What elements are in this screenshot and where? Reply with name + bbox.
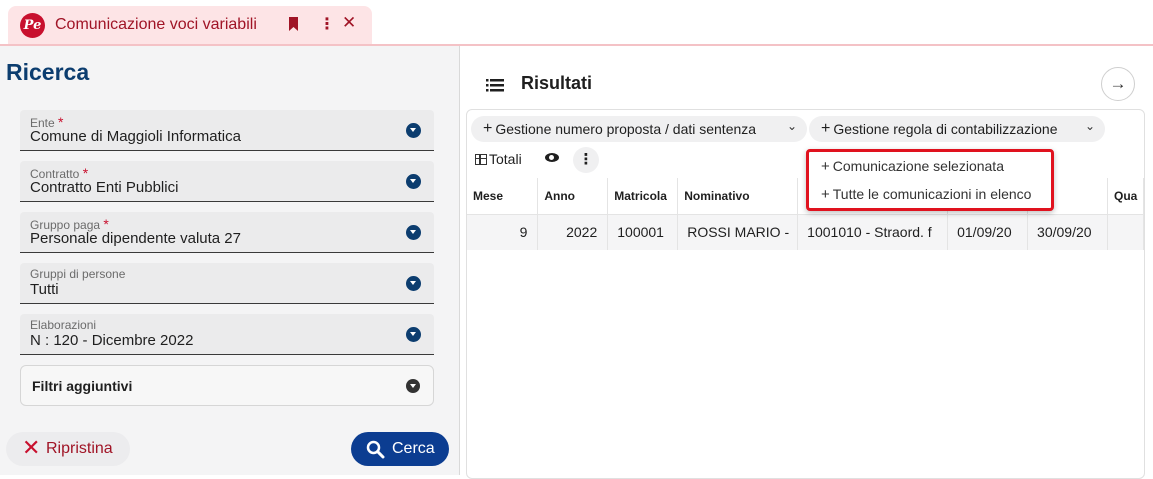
more-options-icon[interactable]: ⋮ bbox=[573, 147, 599, 173]
gruppi-di-persone-select[interactable]: Gruppi di persone Tutti bbox=[20, 263, 434, 304]
menu-item-label: Tutte le comunicazioni in elenco bbox=[832, 186, 1032, 202]
search-panel-title: Ricerca bbox=[6, 59, 90, 85]
arrow-right-icon[interactable]: → bbox=[1101, 67, 1135, 101]
gruppo-paga-select[interactable]: Gruppo paga * Personale dipendente valut… bbox=[20, 212, 434, 253]
table-cell: 9 bbox=[467, 214, 539, 250]
column-header[interactable]: Anno bbox=[537, 178, 609, 215]
tab-bar: Pe Comunicazione voci variabili ⋮ ✕ bbox=[0, 0, 1153, 46]
contabilizzazione-dropdown-menu: + Comunicazione selezionata + Tutte le com… bbox=[806, 149, 1054, 211]
tab-comunicazione-voci-variabili[interactable]: Pe Comunicazione voci variabili ⋮ ✕ bbox=[8, 6, 372, 44]
dropdown-icon[interactable] bbox=[406, 276, 421, 291]
gestione-numero-proposta-button[interactable]: + Gestione numero proposta / dati senten… bbox=[471, 116, 807, 142]
expand-icon[interactable] bbox=[406, 379, 420, 393]
dropdown-icon[interactable] bbox=[406, 123, 421, 138]
ente-select[interactable]: Ente * Comune di Maggioli Informatica bbox=[20, 110, 434, 151]
button-label: Gestione numero proposta / dati sentenza bbox=[495, 121, 757, 137]
chevron-down-icon: ⌄ bbox=[786, 119, 797, 133]
list-icon bbox=[486, 79, 504, 92]
close-icon: ✕ bbox=[22, 435, 41, 460]
field-value: Comune di Maggioli Informatica bbox=[30, 128, 241, 145]
table-row[interactable]: 9 2022 100001 ROSSI MARIO - 1001010 - St… bbox=[467, 214, 1145, 250]
menu-item-comunicazione-selezionata[interactable]: + Comunicazione selezionata bbox=[821, 158, 1004, 175]
table-cell: 01/09/20 bbox=[947, 214, 1029, 250]
table-cell: 2022 bbox=[537, 214, 609, 250]
field-label: Gruppi di persone bbox=[30, 267, 126, 281]
app-logo: Pe bbox=[20, 13, 45, 38]
reset-button-label: Ripristina bbox=[46, 440, 113, 457]
table-cell: 1001010 - Straord. f bbox=[797, 214, 949, 250]
additional-filters-label: Filtri aggiuntivi bbox=[32, 378, 133, 394]
column-header[interactable]: Qua bbox=[1107, 178, 1145, 215]
contratto-select[interactable]: Contratto * Contratto Enti Pubblici bbox=[20, 161, 434, 202]
close-icon[interactable]: ✕ bbox=[342, 13, 356, 33]
bookmark-icon[interactable] bbox=[288, 17, 299, 31]
search-button[interactable]: Cerca bbox=[351, 432, 449, 466]
field-label: Elaborazioni bbox=[30, 318, 97, 332]
search-panel: Ricerca Ente * Comune di Maggioli Inform… bbox=[0, 46, 460, 475]
tab-title: Comunicazione voci variabili bbox=[55, 16, 257, 33]
search-button-label: Cerca bbox=[392, 440, 435, 457]
search-icon bbox=[366, 440, 385, 459]
results-title: Risultati bbox=[521, 73, 593, 93]
dropdown-icon[interactable] bbox=[406, 327, 421, 342]
menu-item-tutte-le-comunicazioni[interactable]: + Tutte le comunicazioni in elenco bbox=[821, 186, 1031, 203]
column-header[interactable]: Matricola bbox=[607, 178, 679, 215]
column-header[interactable]: Nominativo bbox=[677, 178, 799, 215]
additional-filters-toggle[interactable]: Filtri aggiuntivi bbox=[20, 365, 434, 406]
totals-button[interactable]: Totali bbox=[475, 146, 522, 172]
table-icon bbox=[475, 153, 487, 165]
results-panel: Risultati → + Gestione numero proposta /… bbox=[461, 46, 1153, 479]
gestione-regola-contabilizzazione-button[interactable]: + Gestione regola di contabilizzazione ⌄ bbox=[809, 116, 1105, 142]
elaborazioni-select[interactable]: Elaborazioni N : 120 - Dicembre 2022 bbox=[20, 314, 434, 355]
plus-icon: + bbox=[821, 120, 831, 137]
dropdown-icon[interactable] bbox=[406, 225, 421, 240]
eye-icon[interactable] bbox=[545, 153, 559, 162]
plus-icon: + bbox=[821, 186, 830, 203]
dropdown-icon[interactable] bbox=[406, 174, 421, 189]
button-label: Gestione regola di contabilizzazione bbox=[833, 121, 1058, 137]
field-value: Contratto Enti Pubblici bbox=[30, 179, 179, 196]
field-value: Personale dipendente valuta 27 bbox=[30, 230, 241, 247]
tab-more-icon[interactable]: ⋮ bbox=[319, 14, 335, 34]
column-header[interactable]: Mese bbox=[467, 178, 539, 215]
totals-label: Totali bbox=[489, 151, 522, 167]
plus-icon: + bbox=[483, 120, 493, 137]
field-value: Tutti bbox=[30, 281, 59, 298]
menu-item-label: Comunicazione selezionata bbox=[832, 158, 1004, 174]
plus-icon: + bbox=[821, 158, 830, 175]
table-cell: ROSSI MARIO - bbox=[677, 214, 799, 250]
reset-button[interactable]: ✕ Ripristina bbox=[6, 432, 130, 466]
table-cell: 100001 bbox=[607, 214, 679, 250]
field-value: N : 120 - Dicembre 2022 bbox=[30, 332, 194, 349]
table-cell bbox=[1107, 214, 1145, 250]
chevron-down-icon: ⌄ bbox=[1084, 119, 1095, 133]
table-cell: 30/09/20 bbox=[1027, 214, 1108, 250]
